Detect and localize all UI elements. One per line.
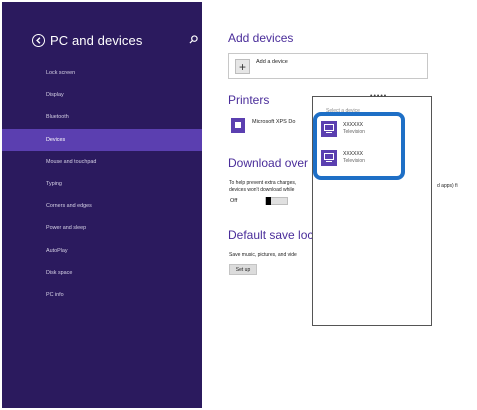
sidebar-item-devices[interactable]: Devices	[2, 128, 202, 151]
television-icon	[321, 121, 337, 137]
toggle-thumb	[266, 197, 271, 205]
sidebar-item-display[interactable]: Display	[2, 84, 202, 106]
metered-download-toggle[interactable]	[265, 197, 288, 205]
toggle-state-label: Off	[230, 198, 238, 204]
sidebar-item-pc-info[interactable]: PC info	[2, 284, 202, 306]
sidebar-header: PC and devices	[32, 33, 142, 48]
save-description: Save music, pictures, and vide	[229, 252, 297, 258]
printer-name[interactable]: Microsoft XPS Do	[252, 119, 295, 125]
sidebar-nav: Lock screen Display Bluetooth Devices Mo…	[2, 62, 202, 306]
printers-heading: Printers	[228, 93, 270, 107]
more-dots-icon: •••••	[370, 93, 388, 100]
sidebar-title: PC and devices	[50, 33, 143, 48]
device-name: XXXXXX	[343, 151, 364, 157]
back-arrow-icon[interactable]	[32, 34, 45, 47]
sidebar-item-bluetooth[interactable]: Bluetooth	[2, 106, 202, 128]
device-item[interactable]: XXXXXX Television	[321, 121, 401, 141]
device-type: Television	[343, 129, 365, 135]
add-device-label: Add a device	[256, 59, 288, 65]
setup-button[interactable]: Set up	[229, 264, 257, 275]
sidebar-item-power-and-sleep[interactable]: Power and sleep	[2, 217, 202, 239]
download-heading: Download over	[228, 156, 309, 170]
default-save-heading: Default save loca	[228, 228, 321, 242]
device-type: Television	[343, 158, 365, 164]
search-icon[interactable]	[189, 35, 198, 44]
sidebar-item-mouse-and-touchpad[interactable]: Mouse and touchpad	[2, 151, 202, 173]
device-item[interactable]: XXXXXX Television	[321, 150, 401, 170]
sidebar-item-corners-and-edges[interactable]: Corners and edges	[2, 195, 202, 217]
sidebar-item-typing[interactable]: Typing	[2, 173, 202, 195]
plus-icon: +	[235, 59, 250, 74]
download-description-line1: To help prevent extra charges,	[229, 180, 297, 186]
download-description-right: d apps) fi	[437, 183, 458, 189]
television-icon	[321, 150, 337, 166]
sidebar-item-autoplay[interactable]: AutoPlay	[2, 240, 202, 262]
printer-icon[interactable]	[231, 118, 245, 133]
download-description-line2: devices won't download while	[229, 187, 295, 193]
sidebar-item-disk-space[interactable]: Disk space	[2, 262, 202, 284]
device-name: XXXXXX	[343, 122, 364, 128]
add-devices-heading: Add devices	[228, 31, 294, 45]
add-device-button[interactable]: + Add a device	[228, 53, 428, 79]
settings-sidebar: PC and devices Lock screen Display Bluet…	[2, 2, 202, 408]
sidebar-item-lock-screen[interactable]: Lock screen	[2, 62, 202, 84]
